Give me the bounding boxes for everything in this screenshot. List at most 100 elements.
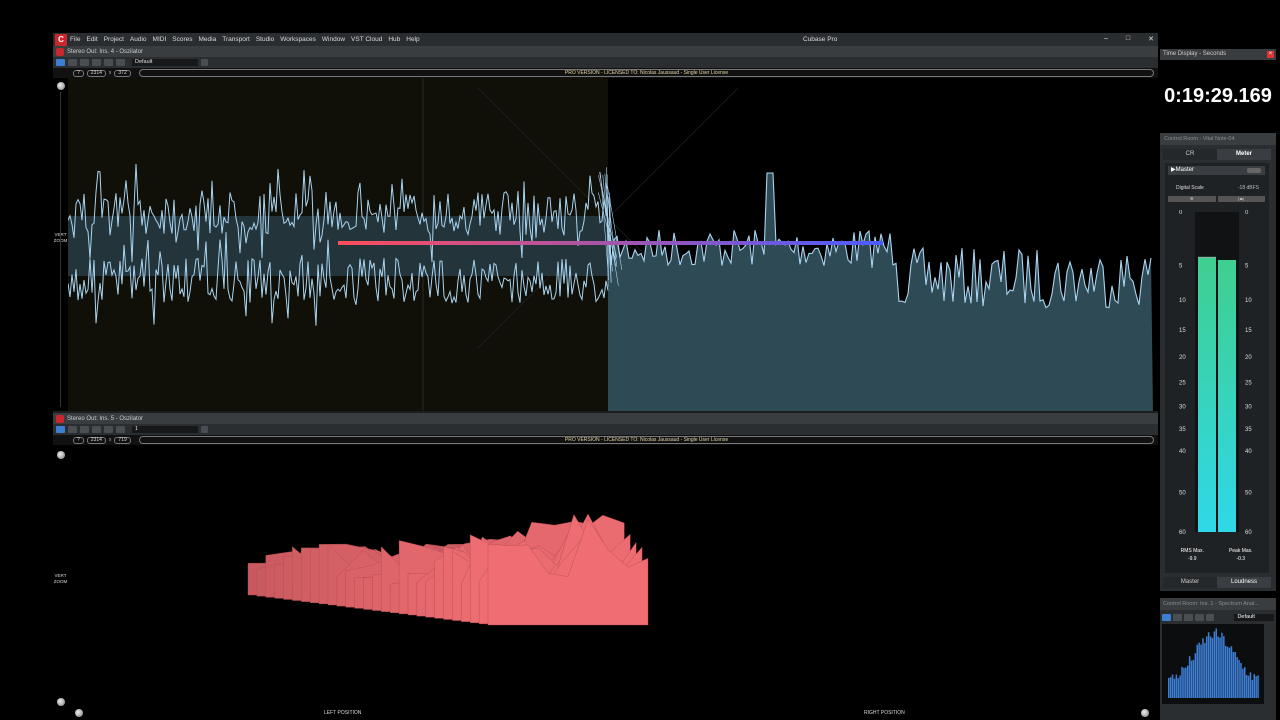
read-icon[interactable] [1183,613,1193,621]
next-preset-icon[interactable] [116,59,125,66]
control-room-title: Control Room - Vital Note-04 [1160,133,1276,145]
spectrum-bar [1181,666,1183,698]
width-field[interactable]: 2314 [86,436,106,444]
menu-scores[interactable]: Scores [172,36,192,43]
spectrum-bar [1234,652,1236,698]
rms-max-label: RMS Max. [1180,548,1204,554]
right-position-knob[interactable] [1141,709,1149,717]
zoom-knob-top[interactable] [57,82,65,90]
help-button[interactable]: ? [73,69,84,77]
write-icon[interactable] [92,426,101,433]
cubase-logo-icon[interactable]: C [55,33,67,46]
menu-media[interactable]: Media [199,36,217,43]
digital-scale-label: Digital Scale [1176,185,1204,191]
spectrum-bar [1188,656,1191,698]
read-icon[interactable] [80,59,89,66]
power-icon[interactable] [56,426,65,433]
write-icon[interactable] [1194,613,1204,621]
preset-selector[interactable]: Default [132,59,198,66]
scale-tick-right: 5 [1245,263,1249,269]
spectrum-bar [1225,645,1227,698]
width-field[interactable]: 2314 [86,69,106,77]
plugin-infobar: ? 2314 x 719 PRO VERSION - LICENSED TO: … [53,435,1158,445]
spectrum-preset[interactable]: Default [1234,613,1275,621]
preset-selector[interactable]: 1 [132,426,198,433]
close-icon[interactable]: ✕ [1148,35,1154,43]
scale-tick-left: 40 [1179,449,1186,455]
digital-scale-value[interactable]: -18 dBFS [1238,185,1259,192]
spectrum-bar [1185,667,1187,698]
spectrum-bar [1240,663,1242,698]
scale-tick-left: 35 [1179,427,1186,433]
scale-tick-left: 60 [1179,530,1186,536]
master-label: ▶Master [1171,167,1194,173]
menu-file[interactable]: File [70,36,80,43]
terrain-view[interactable] [68,445,1153,708]
left-scale: VERT ZOOM [53,445,68,708]
read-icon[interactable] [80,426,89,433]
prev-preset-icon[interactable] [104,59,113,66]
menu-vst-cloud[interactable]: VST Cloud [351,36,382,43]
license-banner: PRO VERSION - LICENSED TO: Nicolas Jauss… [139,69,1154,77]
menu-audio[interactable]: Audio [130,36,147,43]
left-position-knob[interactable] [75,709,83,717]
tab-loudness[interactable]: Loudness [1217,577,1271,588]
times-label: x [108,70,112,76]
write-icon[interactable] [92,59,101,66]
tab-cr[interactable]: CR [1163,149,1217,160]
camera-icon[interactable] [201,59,208,66]
scale-tick-right: 40 [1245,449,1252,455]
menu-transport[interactable]: Transport [222,36,250,43]
app-title: Cubase Pro [803,36,838,43]
position-bar: LEFT POSITION RIGHT POSITION [68,708,1153,718]
camera-icon[interactable] [201,426,208,433]
height-field[interactable]: 719 [114,436,131,444]
next-preset-icon[interactable] [1205,613,1215,621]
power-icon[interactable] [1162,613,1171,621]
bypass-icon[interactable] [1172,613,1182,621]
menu-hub[interactable]: Hub [388,36,400,43]
menu-help[interactable]: Help [406,36,419,43]
meter-settings-icon[interactable] [1247,168,1261,173]
peak-max-label: Peak Max. [1228,548,1253,554]
scale-tick-right: 30 [1245,404,1252,410]
spectrum-bar [1200,644,1202,698]
scale-tick-right: 0 [1245,210,1249,216]
menu-edit[interactable]: Edit [86,36,97,43]
settings-icon[interactable]: ⚙ [1168,196,1216,202]
spectrum-bar [1238,659,1240,698]
oscilloscope-view[interactable] [68,78,1153,411]
next-preset-icon[interactable] [116,426,125,433]
zoom-knob-top[interactable] [57,451,65,459]
close-icon[interactable]: × [1267,51,1274,58]
spectrum-bar [1221,632,1223,698]
help-button[interactable]: ? [73,436,84,444]
menu-window[interactable]: Window [322,36,345,43]
menu-workspaces[interactable]: Workspaces [280,36,316,43]
tab-meter[interactable]: Meter [1217,149,1271,160]
reset-icon[interactable]: |◂▸| [1217,196,1265,202]
maximize-icon[interactable]: □ [1126,35,1130,43]
bypass-icon[interactable] [68,426,77,433]
time-display-header: Time Display - Seconds × [1160,49,1276,60]
license-banner: PRO VERSION - LICENSED TO: Nicolas Jauss… [139,436,1154,444]
height-field[interactable]: 372 [114,69,131,77]
prev-preset-icon[interactable] [104,426,113,433]
zoom-track[interactable] [60,92,61,407]
tab-master[interactable]: Master [1163,577,1217,588]
spectrum-bar [1190,660,1193,698]
spectrum-bar [1206,636,1208,698]
menu-studio[interactable]: Studio [256,36,274,43]
minimize-icon[interactable]: – [1104,35,1108,43]
spectrum-bar [1196,644,1198,698]
terrain-svg [247,513,649,626]
menu-project[interactable]: Project [104,36,124,43]
power-icon[interactable] [56,59,65,66]
control-room-tabs: CR Meter [1163,149,1271,160]
spectrum-bar [1173,678,1176,698]
menu-midi[interactable]: MIDI [153,36,167,43]
master-channel[interactable]: ▶Master [1168,166,1265,175]
zoom-knob-bottom[interactable] [57,698,65,706]
spectrum-bar [1207,632,1210,698]
bypass-icon[interactable] [68,59,77,66]
